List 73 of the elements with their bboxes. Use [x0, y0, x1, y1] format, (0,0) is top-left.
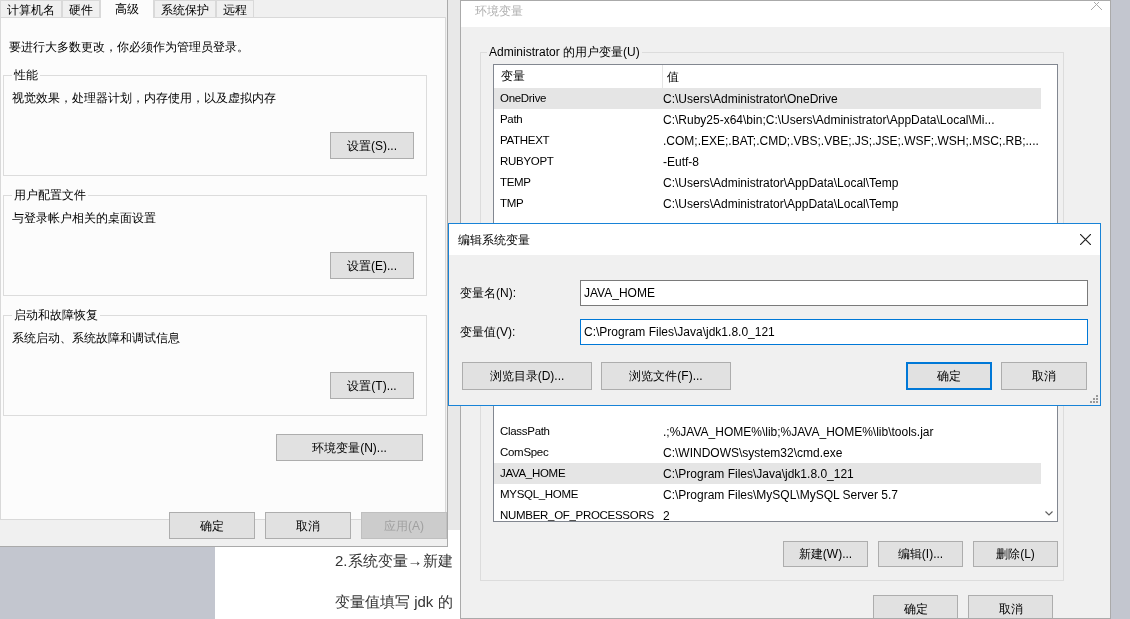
variable-name: MYSQL_HOME: [499, 486, 580, 502]
article-text: 2.系统变量→新建: [335, 551, 454, 571]
dialog-button[interactable]: 确定: [873, 595, 958, 618]
tab[interactable]: 系统保护: [154, 0, 216, 17]
group-title: 用户配置文件: [13, 187, 87, 204]
variable-value: -Eutf-8: [662, 153, 699, 171]
tab[interactable]: 远程: [216, 0, 254, 17]
tab[interactable]: 高级: [100, 0, 154, 18]
input-field[interactable]: C:\Program Files\Java\jdk1.8.0_121: [580, 319, 1088, 345]
variable-value: C:\Users\Administrator\AppData\Local\Temp: [662, 174, 899, 192]
variable-name: ClassPath: [499, 423, 551, 439]
variable-value: .COM;.EXE;.BAT;.CMD;.VBS;.VBE;.JS;.JSE;.WSF;.WSH;.MSC;.RB;....: [662, 132, 1039, 150]
variable-value: .;%JAVA_HOME%\lib;%JAVA_HOME%\lib\tools.jar: [662, 423, 934, 441]
variable-value: 2: [662, 507, 670, 525]
variable-name: PATHEXT: [499, 132, 551, 148]
group-description: 与登录帐户相关的桌面设置: [11, 210, 157, 227]
field-label: 变量值(V):: [460, 324, 517, 341]
close-icon[interactable]: [1080, 234, 1091, 245]
variable-value: C:\Users\Administrator\AppData\Local\Temp: [662, 195, 899, 213]
list-row[interactable]: OneDrive C:\Users\Administrator\OneDrive: [494, 88, 1041, 109]
variable-value: C:\WINDOWS\system32\cmd.exe: [662, 444, 843, 462]
variable-value: C:\Users\Administrator\OneDrive: [662, 90, 838, 108]
window-title: 环境变量: [475, 3, 523, 20]
variable-value: C:\Program Files\Java\jdk1.8.0_121: [662, 465, 854, 483]
variable-name: NUMBER_OF_PROCESSORS: [499, 507, 655, 523]
resize-grip-icon[interactable]: [1090, 395, 1098, 403]
variable-name: TMP: [499, 195, 525, 211]
list-action-button[interactable]: 删除(L): [973, 541, 1058, 567]
list-row[interactable]: JAVA_HOME C:\Program Files\Java\jdk1.8.0_121: [494, 463, 1041, 484]
column-header[interactable]: 值: [663, 67, 1039, 86]
settings-button[interactable]: 设置(S)...: [330, 132, 414, 159]
variable-name: ComSpec: [499, 444, 550, 460]
group-title: 性能: [13, 67, 39, 84]
scroll-down-icon[interactable]: [1045, 511, 1053, 516]
variable-value: C:\Ruby25-x64\bin;C:\Users\Administrator\AppData\Local\Mi...: [662, 111, 995, 129]
notice-text: 要进行大多数更改，你必须作为管理员登录。: [9, 40, 249, 54]
dialog-button[interactable]: 取消: [968, 595, 1053, 618]
browse-button[interactable]: 浏览目录(D)...: [462, 362, 592, 390]
list-row[interactable]: ComSpec C:\WINDOWS\system32\cmd.exe: [494, 442, 1041, 463]
dialog-button[interactable]: 确定: [169, 512, 255, 539]
article-text: 变量值填写 jdk 的: [335, 591, 454, 612]
input-field[interactable]: JAVA_HOME: [580, 280, 1088, 306]
group-title: Administrator 的用户变量(U): [488, 44, 641, 61]
dialog-title: 编辑系统变量: [458, 231, 530, 249]
group-description: 系统启动、系统故障和调试信息: [11, 330, 181, 347]
dialog-button[interactable]: 取消: [1001, 362, 1087, 390]
list-action-button[interactable]: 新建(W)...: [783, 541, 868, 567]
tab[interactable]: 硬件: [62, 0, 100, 17]
variable-name: TEMP: [499, 174, 532, 190]
list-action-button[interactable]: 编辑(I)...: [878, 541, 963, 567]
variable-name: Path: [499, 111, 524, 127]
list-row[interactable]: ClassPath .;%JAVA_HOME%\lib;%JAVA_HOME%\lib\tools.jar: [494, 421, 1041, 442]
variable-name: RUBYOPT: [499, 153, 555, 169]
browse-button[interactable]: 浏览文件(F)...: [601, 362, 731, 390]
settings-button[interactable]: 设置(E)...: [330, 252, 414, 279]
environment-variables-button[interactable]: 环境变量(N)...: [276, 434, 423, 461]
variable-value: C:\Program Files\MySQL\MySQL Server 5.7: [662, 486, 898, 504]
list-row[interactable]: TEMP C:\Users\Administrator\AppData\Local\Temp: [494, 172, 1041, 193]
variable-name: OneDrive: [499, 90, 548, 106]
list-row[interactable]: MYSQL_HOME C:\Program Files\MySQL\MySQL Server 5.7: [494, 484, 1041, 505]
tab[interactable]: 计算机名: [0, 0, 62, 17]
field-label: 变量名(N):: [460, 285, 517, 302]
variable-name: JAVA_HOME: [499, 465, 567, 481]
list-row[interactable]: Path C:\Ruby25-x64\bin;C:\Users\Administrator\AppData\Local\Mi...: [494, 109, 1041, 130]
settings-button[interactable]: 设置(T)...: [330, 372, 414, 399]
group-description: 视觉效果，处理器计划，内存使用，以及虚拟内存: [11, 90, 277, 107]
list-row[interactable]: TMP C:\Users\Administrator\AppData\Local\Temp: [494, 193, 1041, 214]
list-row[interactable]: NUMBER_OF_PROCESSORS 2: [494, 505, 1041, 526]
dialog-button[interactable]: 取消: [265, 512, 351, 539]
group-title: 启动和故障恢复: [13, 307, 99, 324]
dialog-button[interactable]: 确定: [906, 362, 992, 390]
list-row[interactable]: PATHEXT .COM;.EXE;.BAT;.CMD;.VBS;.VBE;.JS;.JSE;.WSF;.WSH;.MSC;.RB;....: [494, 130, 1041, 151]
list-row[interactable]: RUBYOPT -Eutf-8: [494, 151, 1041, 172]
